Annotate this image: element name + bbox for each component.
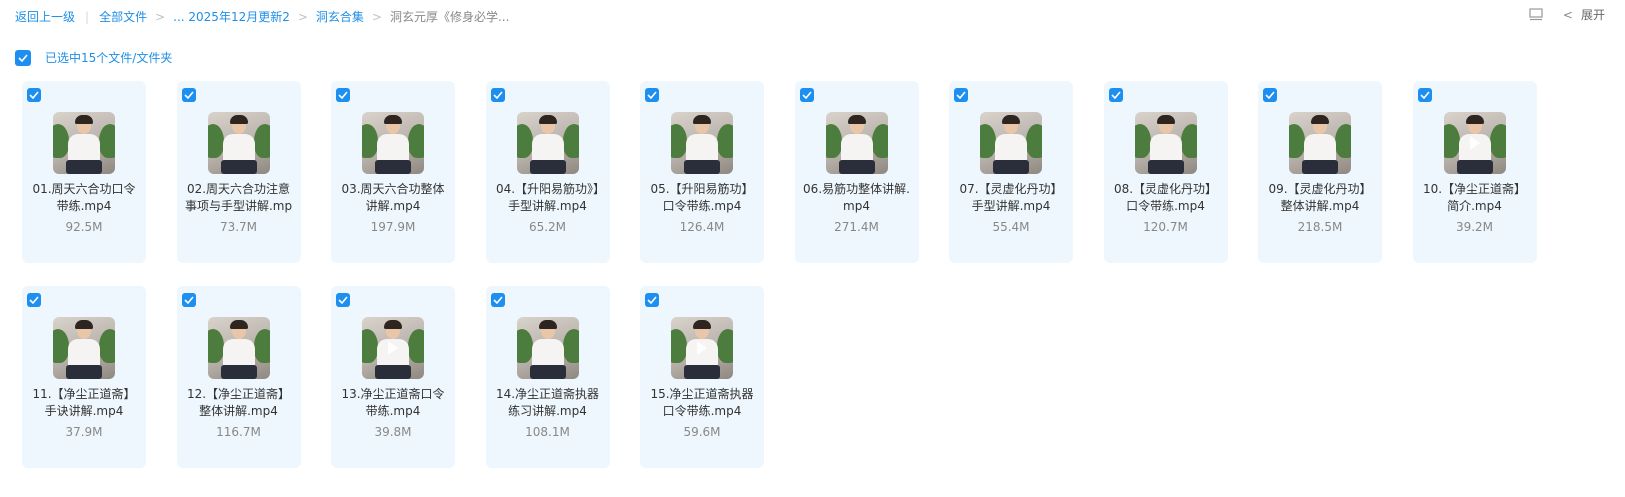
video-thumbnail [362, 317, 424, 379]
file-card[interactable]: 07.【灵虚化丹功】手型讲解.mp4 55.4M [949, 81, 1073, 263]
file-name: 13.净尘正道斋口令带练.mp4 [341, 387, 445, 418]
video-thumbnail [516, 317, 579, 379]
file-checkbox[interactable] [1108, 88, 1123, 102]
video-thumbnail [1289, 112, 1351, 174]
file-size: 39.8M [374, 425, 412, 439]
file-size: 108.1M [525, 425, 570, 439]
file-size: 59.6M [683, 425, 721, 439]
file-name: 02.周天六合功注意事项与手型讲解.mp4 [184, 182, 293, 213]
file-card[interactable]: 10.【净尘正道斋】简介.mp4 39.2M [1412, 81, 1537, 263]
file-name: 07.【灵虚化丹功】手型讲解.mp4 [959, 182, 1063, 213]
file-grid: 01.周天六合功口令带练.mp4 92.5M 02.周天六合功注意事项与手型讲解… [22, 81, 1537, 468]
file-name: 15.净尘正道斋执器口令带练.mp4 [650, 387, 754, 418]
file-checkbox[interactable] [490, 293, 505, 307]
file-name: 08.【灵虚化丹功】口令带练.mp4 [1113, 182, 1218, 213]
file-name: 04.【升阳易筋功》】手型讲解.mp4 [495, 182, 600, 213]
file-card[interactable]: 13.净尘正道斋口令带练.mp4 39.8M [331, 286, 455, 468]
play-icon [697, 341, 707, 355]
file-size: 120.7M [1143, 220, 1188, 234]
file-card[interactable]: 02.周天六合功注意事项与手型讲解.mp4 73.7M [176, 81, 301, 263]
video-thumbnail [1443, 112, 1506, 174]
divider: | [85, 10, 90, 24]
file-size: 73.7M [219, 220, 258, 234]
file-card[interactable]: 08.【灵虚化丹功】口令带练.mp4 120.7M [1103, 81, 1228, 263]
expand-label: 展开 [1580, 8, 1605, 22]
video-thumbnail [207, 112, 270, 174]
file-name: 11.【净尘正道斋】手诀讲解.mp4 [32, 387, 136, 418]
file-checkbox[interactable] [1263, 88, 1277, 102]
file-size: 55.4M [992, 220, 1030, 234]
view-tools: < 展开 [1529, 6, 1605, 23]
file-card[interactable]: 14.净尘正道斋执器练习讲解.mp4 108.1M [485, 286, 610, 468]
video-thumbnail [362, 112, 424, 174]
video-thumbnail [671, 317, 733, 379]
file-card[interactable]: 01.周天六合功口令带练.mp4 92.5M [22, 81, 146, 263]
video-thumbnail [1134, 112, 1197, 174]
selection-count: 已选中15个文件/文件夹 [45, 51, 173, 65]
file-size: 65.2M [528, 220, 567, 234]
file-checkbox[interactable] [336, 88, 350, 102]
file-checkbox[interactable] [181, 293, 196, 307]
file-checkbox[interactable] [27, 88, 41, 102]
file-checkbox[interactable] [1417, 88, 1432, 102]
video-thumbnail [825, 112, 888, 174]
play-icon [388, 341, 398, 355]
file-card[interactable]: 03.周天六合功整体讲解.mp4 197.9M [331, 81, 455, 263]
file-checkbox[interactable] [490, 88, 505, 102]
file-name: 10.【净尘正道斋】简介.mp4 [1422, 182, 1527, 213]
chevron-left-icon: < [1562, 7, 1573, 22]
file-name: 03.周天六合功整体讲解.mp4 [341, 182, 445, 213]
breadcrumb: 返回上一级 | 全部文件 > ... 2025年12月更新2 > 洞玄合集 > 洞玄元厚《修身必… [15, 8, 509, 25]
file-checkbox[interactable] [181, 88, 196, 102]
file-name: 05.【升阳易筋功】口令带练.mp4 [650, 182, 754, 213]
video-thumbnail [207, 317, 270, 379]
file-name: 12.【净尘正道斋】整体讲解.mp4 [186, 387, 291, 418]
file-card[interactable]: 11.【净尘正道斋】手诀讲解.mp4 37.9M [22, 286, 146, 468]
file-card[interactable]: 06.易筋功整体讲解.mp4 271.4M [794, 81, 919, 263]
file-name: 01.周天六合功口令带练.mp4 [32, 182, 136, 213]
file-size: 197.9M [370, 220, 416, 234]
breadcrumb-all-files[interactable]: 全部文件 [99, 10, 147, 24]
file-size: 116.7M [216, 425, 261, 439]
file-card[interactable]: 05.【升阳易筋功】口令带练.mp4 126.4M [640, 81, 764, 263]
top-bar: 返回上一级 | 全部文件 > ... 2025年12月更新2 > 洞玄合集 > 洞玄元厚《修身必… [0, 0, 1625, 32]
file-card[interactable]: 04.【升阳易筋功》】手型讲解.mp4 65.2M [485, 81, 610, 263]
video-thumbnail [671, 112, 733, 174]
file-checkbox[interactable] [336, 293, 350, 307]
file-name: 09.【灵虚化丹功】整体讲解.mp4 [1268, 182, 1372, 213]
back-link[interactable]: 返回上一级 [15, 10, 75, 24]
chevron-right-icon: > [371, 10, 382, 24]
video-thumbnail [53, 317, 115, 379]
file-checkbox[interactable] [954, 88, 968, 102]
file-size: 218.5M [1297, 220, 1343, 234]
list-view-icon[interactable] [1529, 7, 1543, 22]
file-size: 37.9M [65, 425, 103, 439]
video-thumbnail [980, 112, 1042, 174]
file-checkbox[interactable] [645, 293, 659, 307]
select-all-checkbox[interactable] [15, 49, 31, 66]
file-card[interactable]: 15.净尘正道斋执器口令带练.mp4 59.6M [640, 286, 764, 468]
selection-bar: 已选中15个文件/文件夹 [15, 49, 172, 66]
file-card[interactable]: 12.【净尘正道斋】整体讲解.mp4 116.7M [176, 286, 301, 468]
file-name: 06.易筋功整体讲解.mp4 [803, 182, 910, 213]
file-checkbox[interactable] [27, 293, 41, 307]
file-name: 14.净尘正道斋执器练习讲解.mp4 [495, 387, 600, 418]
breadcrumb-parent[interactable]: ... 2025年12月更新2 [173, 10, 290, 24]
file-size: 92.5M [65, 220, 103, 234]
file-checkbox[interactable] [645, 88, 659, 102]
video-thumbnail [516, 112, 579, 174]
file-card[interactable]: 09.【灵虚化丹功】整体讲解.mp4 218.5M [1258, 81, 1382, 263]
file-checkbox[interactable] [799, 88, 814, 102]
video-thumbnail [53, 112, 115, 174]
chevron-right-icon: > [297, 10, 308, 24]
file-size: 271.4M [834, 220, 879, 234]
expand-button[interactable]: < 展开 [1563, 6, 1605, 23]
file-size: 39.2M [1455, 220, 1494, 234]
breadcrumb-current: 洞玄元厚《修身必学... [389, 10, 510, 24]
file-size: 126.4M [679, 220, 725, 234]
breadcrumb-folder[interactable]: 洞玄合集 [316, 10, 364, 24]
chevron-right-icon: > [155, 10, 166, 24]
play-icon [1469, 136, 1480, 150]
